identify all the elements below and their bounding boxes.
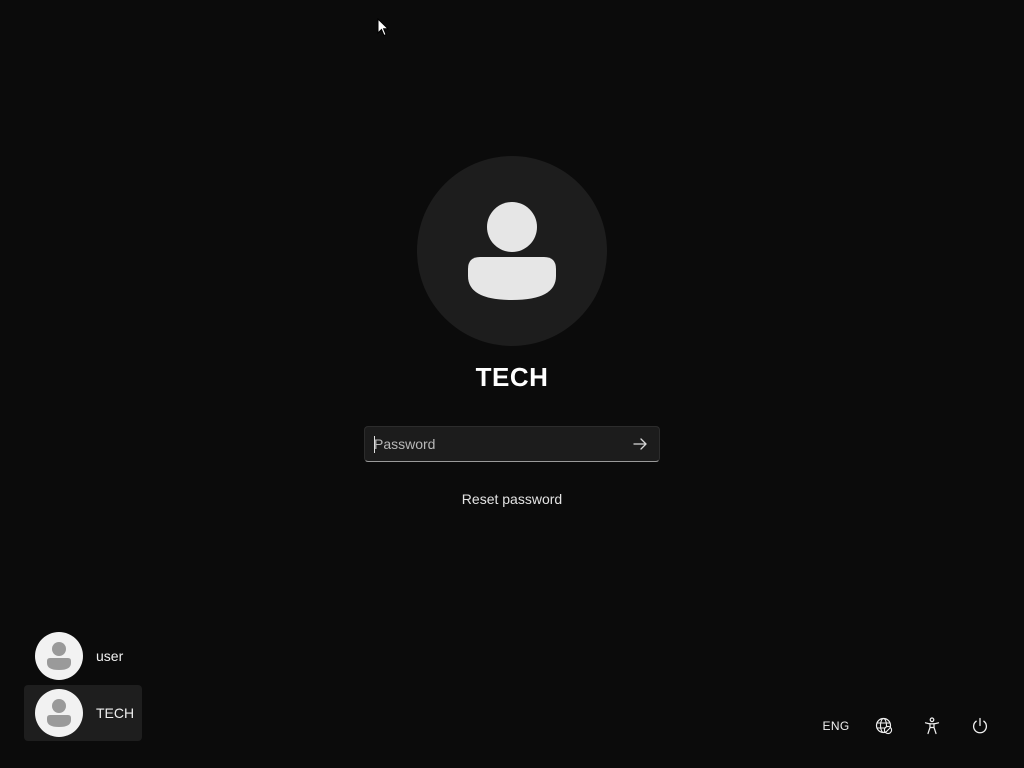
avatar [35,632,83,680]
account-name: TECH [475,362,549,392]
user-avatar [417,156,607,346]
power-icon [972,717,988,734]
language-indicator[interactable]: ENG [817,714,855,738]
reset-password-link[interactable]: Reset password [412,491,612,507]
user-silhouette-icon [47,699,71,727]
network-button[interactable] [872,714,896,738]
user-silhouette-icon [47,642,71,670]
password-field[interactable] [364,426,660,462]
lock-screen: TECH Reset password user TECH ENG [0,0,1024,768]
user-tile-user[interactable]: user [24,628,142,684]
mouse-cursor-icon [377,18,389,37]
accessibility-icon [924,717,940,735]
accessibility-button[interactable] [920,714,944,738]
user-tile-tech[interactable]: TECH [24,685,142,741]
password-input[interactable] [365,427,615,461]
network-icon [875,717,893,735]
avatar [35,689,83,737]
user-tile-label: user [96,648,124,664]
submit-arrow-icon[interactable] [631,435,649,453]
user-tile-label: TECH [96,705,135,721]
text-caret [374,436,375,453]
power-button[interactable] [968,714,992,738]
user-silhouette-icon [468,202,556,300]
